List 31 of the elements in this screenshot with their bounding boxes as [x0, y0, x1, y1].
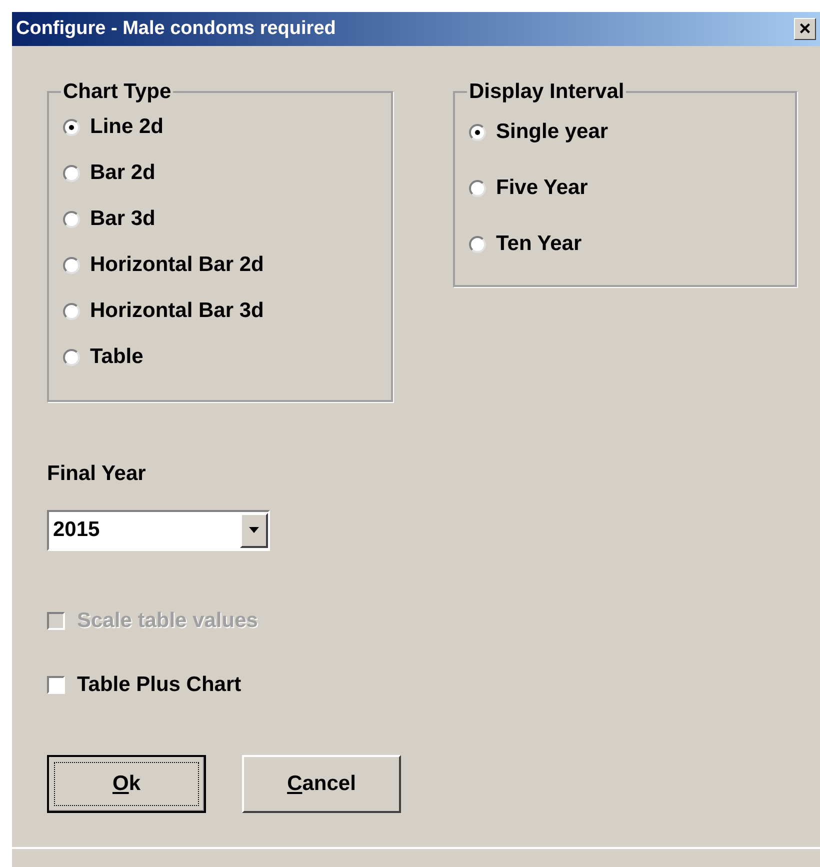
- radio-button[interactable]: [63, 256, 80, 274]
- radio-button[interactable]: [63, 302, 80, 320]
- radio-button[interactable]: [469, 180, 486, 196]
- radio-button[interactable]: [469, 124, 486, 140]
- group-title: Chart Type: [62, 80, 172, 104]
- radio-button[interactable]: [469, 236, 486, 252]
- dialog-button[interactable]: Cancel: [242, 754, 401, 812]
- radio-label: Bar 2d: [90, 160, 156, 186]
- field-label: Final Year: [47, 461, 147, 487]
- dialog-button[interactable]: Ok: [47, 754, 206, 812]
- radio-button[interactable]: [63, 210, 80, 228]
- checkbox-label: Table Plus Chart: [77, 672, 242, 698]
- radio-label: Table: [90, 344, 144, 370]
- radio-button[interactable]: [63, 348, 80, 366]
- radio-label: Bar 3d: [90, 206, 156, 232]
- dropdown-value: 2015: [52, 517, 101, 544]
- radio-label: Five Year: [496, 175, 588, 202]
- close-button[interactable]: ×: [794, 18, 816, 40]
- radio-button[interactable]: [63, 164, 80, 182]
- group-title: Display Interval: [468, 80, 626, 104]
- radio-label: Horizontal Bar 3d: [90, 298, 264, 324]
- radio-label: Ten Year: [496, 231, 582, 258]
- checkbox[interactable]: [47, 676, 65, 694]
- radio-button[interactable]: [63, 118, 80, 136]
- radio-label: Single year: [496, 119, 608, 146]
- radio-label: Horizontal Bar 2d: [90, 252, 264, 278]
- radio-label: Line 2d: [90, 114, 164, 140]
- year-dropdown[interactable]: 2015: [47, 510, 270, 550]
- dropdown-arrow-button[interactable]: [240, 512, 268, 548]
- window-title: Configure - Male condoms required: [16, 16, 336, 41]
- caret-icon: [249, 527, 259, 533]
